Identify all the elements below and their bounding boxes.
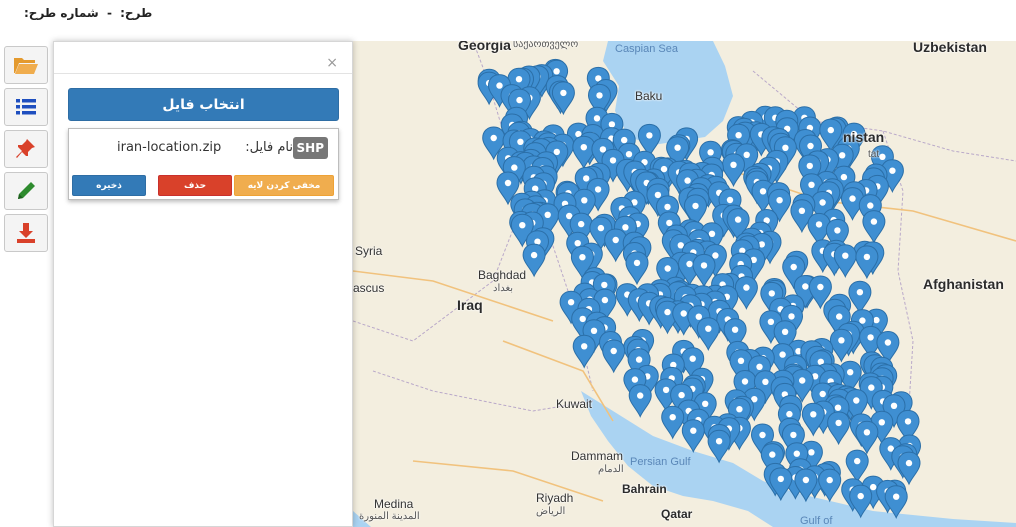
panel-divider [54,73,352,74]
map-view[interactable]: Georgia საქართველო Caspian Sea Uzbekista… [353,41,1016,527]
label-turkmenistan-2: tat [868,149,880,160]
label-georgia-native: საქართველო [513,41,579,50]
location-marker[interactable] [625,251,649,285]
download-icon [17,223,35,243]
left-toolbar [4,46,51,256]
label-iraq: Iraq [457,297,483,313]
download-button[interactable] [4,214,48,252]
location-marker[interactable] [855,420,879,454]
location-marker[interactable] [551,81,575,115]
location-marker[interactable] [801,402,825,436]
label-persian-gulf: Persian Gulf [630,456,691,468]
file-name-value: iran-location.zip [117,140,222,155]
label-kuwait: Kuwait [556,397,593,411]
map-canvas[interactable] [353,41,1016,527]
location-marker[interactable] [628,384,652,418]
pin-button[interactable] [4,130,48,168]
location-marker[interactable] [602,339,626,373]
list-icon [16,99,36,115]
plan-label: طرح: [120,6,153,20]
label-qatar: Qatar [661,507,693,521]
file-type-badge: SHP [292,137,328,159]
close-icon[interactable]: × [326,55,338,71]
label-riyadh-native: الرياض [536,506,566,517]
pencil-icon [18,182,35,199]
location-marker[interactable] [661,405,685,439]
label-baku: Baku [635,89,663,103]
pushpin-icon [16,139,35,158]
label-georgia: Georgia [458,41,511,53]
file-card: SHP نام فایل: iran-location.zip ذخیره حذ… [68,128,339,200]
label-syria: Syria [355,244,383,258]
label-caspian: Caspian Sea [615,43,678,55]
location-marker[interactable] [572,334,596,368]
label-uzbekistan: Uzbekistan [913,41,987,55]
folder-open-icon [14,58,38,74]
location-marker[interactable] [862,210,886,244]
label-medina-native: المدينة المنورة [359,511,420,522]
label-damascus: ascus [353,281,385,295]
location-marker[interactable] [734,276,758,310]
location-marker[interactable] [845,449,869,483]
location-marker[interactable] [681,419,705,453]
label-riyadh: Riyadh [536,491,574,505]
app-root: طرح: - شماره طرح: Georgia საქართველო Cas… [0,0,1016,527]
plan-info: طرح: - شماره طرح: [22,6,154,20]
label-medina: Medina [374,497,414,511]
label-dammam-native: الدمام [598,464,624,475]
label-gulf-of-oman: Gulf of [800,515,833,527]
location-marker[interactable] [818,468,842,502]
delete-button[interactable]: حذف [158,175,232,196]
layer-list-button[interactable] [4,88,48,126]
label-dammam: Dammam [571,449,624,463]
choose-file-button[interactable]: انتخاب فایل [68,88,339,121]
plan-number-label: شماره طرح: [24,6,99,20]
open-folder-button[interactable] [4,46,48,84]
label-afghanistan: Afghanistan [923,276,1004,292]
file-name-label: نام فایل: [245,140,293,155]
save-button[interactable]: ذخیره [72,175,146,196]
location-marker[interactable] [848,280,872,314]
location-marker[interactable] [855,245,879,279]
label-bahrain: Bahrain [622,482,667,496]
label-baghdad: Baghdad [478,268,527,282]
location-marker[interactable] [572,135,596,169]
plan-separator: - [106,6,112,20]
hide-layer-button[interactable]: مخفی کردن لایه [234,175,334,196]
location-marker[interactable] [522,243,546,277]
page-header: طرح: - شماره طرح: [0,0,1016,40]
edit-button[interactable] [4,172,48,210]
label-baghdad-native: بغداد [493,283,514,294]
location-marker[interactable] [696,317,720,351]
location-marker[interactable] [833,244,857,278]
location-marker[interactable] [827,411,851,445]
label-turkmenistan: nistan [843,129,885,145]
location-marker[interactable] [897,451,921,485]
layers-panel: × انتخاب فایل SHP نام فایل: iran-locatio… [53,41,353,527]
